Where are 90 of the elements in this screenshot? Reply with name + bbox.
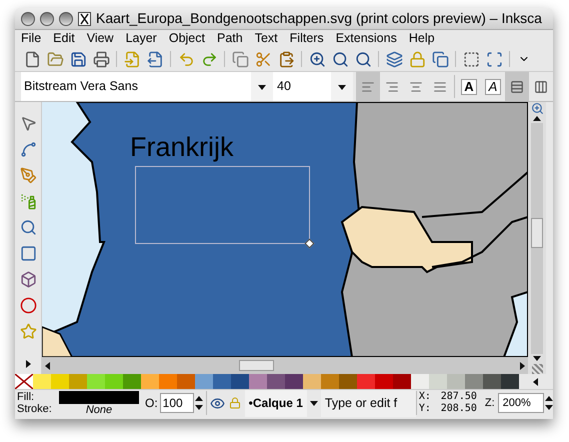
spin-down-icon[interactable] xyxy=(194,403,203,411)
map-label[interactable]: Frankrijk xyxy=(130,134,234,161)
font-family-field[interactable]: Bitstream Vera Sans xyxy=(21,72,251,101)
caret-icon[interactable] xyxy=(338,82,346,90)
color-swatch[interactable] xyxy=(87,374,105,389)
scrollbar-thumb[interactable] xyxy=(531,218,543,248)
color-swatch[interactable] xyxy=(105,374,123,389)
window-title: Kaart_Europa_Bondgenootschappen.svg (print colors preview) – Inksca xyxy=(96,9,542,28)
zoom-label: Z: xyxy=(484,396,495,411)
spin-up-icon[interactable] xyxy=(544,395,553,403)
scroll-left-icon[interactable] xyxy=(44,362,52,370)
color-swatch[interactable] xyxy=(213,374,231,389)
menu-item[interactable]: Edit xyxy=(53,29,75,48)
y-coordinate: 208.50 xyxy=(440,403,477,415)
horizontal-scrollbar[interactable] xyxy=(42,357,528,374)
color-swatch[interactable] xyxy=(33,374,51,389)
checker-icon xyxy=(532,364,542,374)
color-swatch[interactable] xyxy=(141,374,159,389)
color-swatch[interactable] xyxy=(501,374,519,389)
scrollbar-thumb[interactable] xyxy=(239,360,274,371)
opacity-label: O: xyxy=(145,395,158,412)
menu-item[interactable]: Text xyxy=(254,29,278,48)
opacity-field[interactable]: 100 xyxy=(160,393,194,413)
window-control-button[interactable] xyxy=(40,12,54,26)
eye-icon xyxy=(210,396,225,410)
window-control-button[interactable] xyxy=(21,12,35,26)
y-label: Y: xyxy=(418,403,432,415)
menu-item[interactable]: Layer xyxy=(126,29,157,48)
color-swatch[interactable] xyxy=(393,374,411,389)
color-swatch[interactable] xyxy=(303,374,321,389)
color-swatch[interactable] xyxy=(285,374,303,389)
stroke-value: None xyxy=(86,404,112,416)
color-swatch[interactable] xyxy=(483,374,501,389)
menu-item[interactable]: Path xyxy=(217,29,243,48)
color-swatch[interactable] xyxy=(123,374,141,389)
color-swatch[interactable] xyxy=(195,374,213,389)
menu-item[interactable]: Extensions xyxy=(336,29,397,48)
expand-toolbox-icon[interactable] xyxy=(24,360,32,368)
spin-down-icon[interactable] xyxy=(544,403,553,411)
zoom-corner-icon xyxy=(530,102,544,115)
color-swatch[interactable] xyxy=(249,374,267,389)
x-logo-icon xyxy=(78,12,91,26)
color-swatch[interactable] xyxy=(447,374,465,389)
font-size-field[interactable]: 40 xyxy=(273,72,331,101)
caret-icon[interactable] xyxy=(258,82,266,90)
menu-item[interactable]: Help xyxy=(408,29,435,48)
x-coordinate: 287.50 xyxy=(440,391,477,403)
no-paint-swatch[interactable] xyxy=(15,374,33,389)
layer-dropdown[interactable]: •Calque 1 xyxy=(244,390,307,416)
color-swatch[interactable] xyxy=(231,374,249,389)
color-swatch[interactable] xyxy=(159,374,177,389)
menu-item[interactable]: File xyxy=(21,29,42,48)
fill-label: Fill: xyxy=(17,391,36,403)
x-label: X: xyxy=(418,391,432,403)
status-message: Type or edit f xyxy=(324,394,398,412)
menu-item[interactable]: View xyxy=(86,29,114,48)
color-swatch[interactable] xyxy=(267,374,285,389)
vertical-scrollbar[interactable] xyxy=(528,102,546,374)
color-swatch[interactable] xyxy=(69,374,87,389)
fill-swatch[interactable] xyxy=(59,390,139,404)
text-align-icon xyxy=(361,80,375,94)
color-swatch[interactable] xyxy=(429,374,447,389)
scroll-right-icon[interactable] xyxy=(518,362,526,370)
color-swatch[interactable] xyxy=(51,374,69,389)
menu-item[interactable]: Filters xyxy=(290,29,324,48)
lock-icon xyxy=(228,397,241,409)
color-swatch[interactable] xyxy=(411,374,429,389)
window-control-button[interactable] xyxy=(59,12,73,26)
text-align-icon xyxy=(385,80,399,94)
color-swatch[interactable] xyxy=(465,374,483,389)
text-align-icon xyxy=(433,80,447,94)
text-orientation-icon xyxy=(510,80,524,94)
zoom-field[interactable]: 200% xyxy=(498,393,544,413)
color-swatch[interactable] xyxy=(357,374,375,389)
color-swatch[interactable] xyxy=(375,374,393,389)
color-swatch[interactable] xyxy=(321,374,339,389)
text-orientation-icon xyxy=(534,80,548,94)
stroke-label: Stroke: xyxy=(17,403,53,415)
italic-button[interactable]: A xyxy=(481,72,505,101)
palette-menu-icon[interactable] xyxy=(532,378,540,386)
text-align-icon xyxy=(409,80,423,94)
font-family-dropdown[interactable] xyxy=(251,72,273,101)
menu-item[interactable]: Object xyxy=(168,29,205,48)
font-size-dropdown[interactable] xyxy=(331,72,353,101)
color-swatch[interactable] xyxy=(177,374,195,389)
bold-button[interactable]: A xyxy=(457,72,481,101)
spin-up-icon[interactable] xyxy=(194,395,203,403)
text-orientation-button[interactable] xyxy=(505,72,529,101)
caret-icon[interactable] xyxy=(310,399,318,407)
color-swatch[interactable] xyxy=(339,374,357,389)
